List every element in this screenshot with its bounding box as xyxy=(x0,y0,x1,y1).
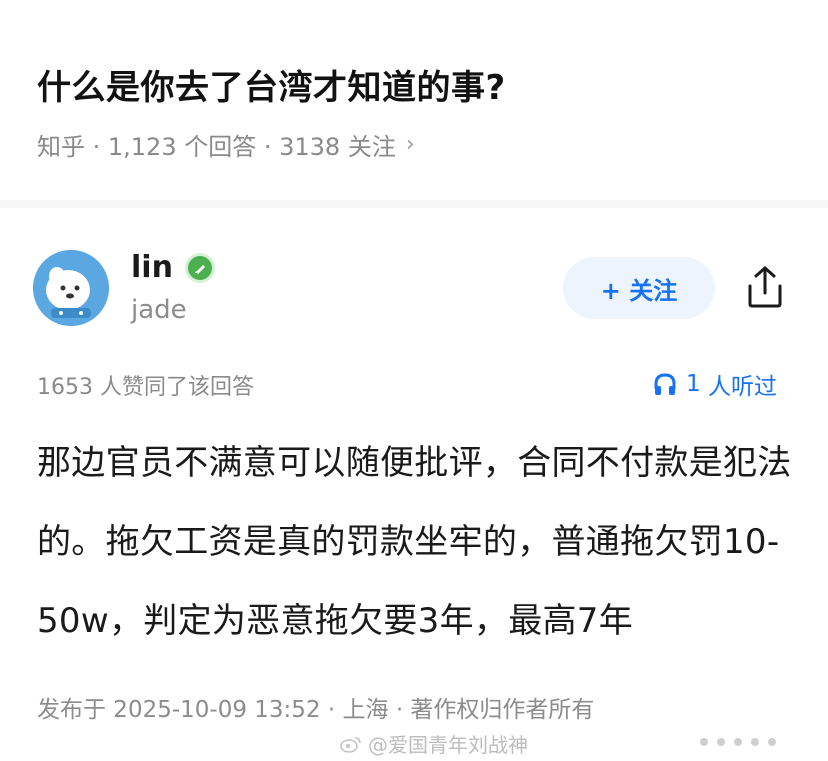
watermark: @爱国青年刘战神 xyxy=(340,729,528,758)
avatar[interactable] xyxy=(33,250,109,326)
dot xyxy=(768,738,776,746)
follow-button[interactable]: + 关注 xyxy=(563,257,715,319)
listen-count-suffix: 人听过 xyxy=(700,374,777,400)
verified-badge-icon xyxy=(184,252,215,283)
author-handle: jade xyxy=(131,295,187,325)
author-name[interactable]: lin xyxy=(131,250,215,285)
author-name-text: lin xyxy=(131,250,173,285)
avatar-image xyxy=(33,250,109,326)
dot xyxy=(751,738,759,746)
chevron-right-icon: › xyxy=(405,132,415,157)
publish-info: 发布于 2025-10-09 13:52 · 上海 · 著作权归作者所有 xyxy=(37,697,595,723)
question-title[interactable]: 什么是你去了台湾才知道的事? xyxy=(37,60,506,109)
share-icon[interactable] xyxy=(740,262,790,312)
answer-body: 那边官员不满意可以随便批评，合同不付款是犯法的。拖欠工资是真的罚款坐牢的，普通拖… xyxy=(37,443,792,641)
dot xyxy=(700,738,708,746)
listen-count-number: 1 xyxy=(686,371,701,397)
listen-count[interactable]: 1 人听过 xyxy=(652,367,777,401)
question-meta[interactable]: 知乎 · 1,123 个回答 · 3138 关注 › xyxy=(37,127,415,162)
dot xyxy=(717,738,725,746)
section-divider xyxy=(0,200,828,208)
weibo-icon xyxy=(340,736,361,753)
likes-count: 1653 人赞同了该回答 xyxy=(37,375,254,400)
dot xyxy=(734,738,742,746)
watermark-text: @爱国青年刘战神 xyxy=(368,733,528,757)
headphones-icon xyxy=(654,373,676,395)
more-dots[interactable] xyxy=(700,738,776,746)
answer-page: 什么是你去了台湾才知道的事? 知乎 · 1,123 个回答 · 3138 关注 … xyxy=(0,0,828,761)
question-meta-text: 知乎 · 1,123 个回答 · 3138 关注 xyxy=(37,133,396,161)
